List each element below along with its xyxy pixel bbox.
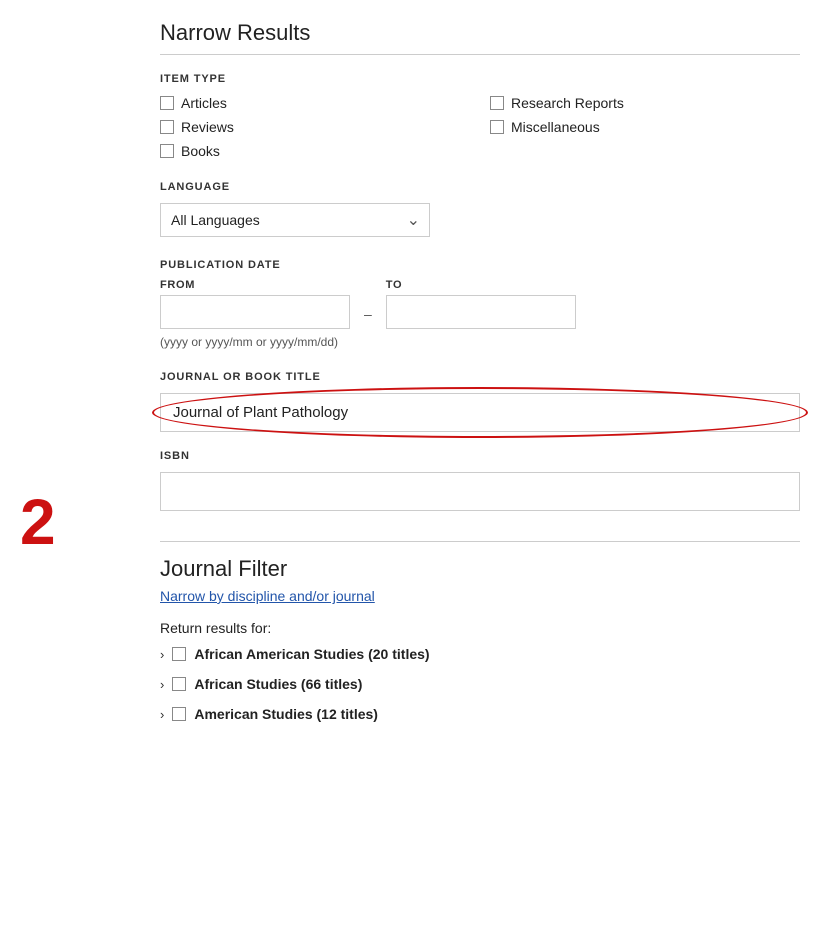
checkbox-articles[interactable]: [160, 96, 174, 110]
from-label: FROM: [160, 279, 350, 291]
checkbox-research-reports-label[interactable]: Research Reports: [511, 95, 624, 111]
checkbox-reviews[interactable]: [160, 120, 174, 134]
discipline-item-african-american: › African American Studies (20 titles): [160, 646, 800, 662]
date-from-input[interactable]: [160, 295, 350, 329]
pub-date-label: PUBLICATION DATE: [160, 259, 800, 271]
checkbox-miscellaneous-row: Miscellaneous: [490, 119, 800, 135]
checkbox-discipline-1[interactable]: [172, 677, 186, 691]
language-label: LANGUAGE: [160, 181, 800, 193]
journal-filter-title: Journal Filter: [160, 556, 800, 582]
date-to-group: TO: [386, 279, 576, 329]
checkbox-books-row: Books: [160, 143, 470, 159]
date-row: FROM – TO: [160, 279, 800, 329]
chevron-right-icon-1[interactable]: ›: [160, 677, 164, 692]
checkbox-discipline-2[interactable]: [172, 707, 186, 721]
checkbox-books[interactable]: [160, 144, 174, 158]
journal-filter-subtitle[interactable]: Narrow by discipline and/or journal: [160, 588, 800, 604]
journal-input[interactable]: [160, 393, 800, 432]
language-select-wrapper: All Languages English French German Span…: [160, 203, 430, 237]
narrow-results-title: Narrow Results: [160, 20, 800, 55]
checkbox-miscellaneous-label[interactable]: Miscellaneous: [511, 119, 600, 135]
language-select[interactable]: All Languages English French German Span…: [160, 203, 430, 237]
discipline-label-1[interactable]: African Studies (66 titles): [194, 676, 362, 692]
item-type-grid: Articles Research Reports Reviews Miscel…: [160, 95, 800, 159]
checkbox-research-reports-row: Research Reports: [490, 95, 800, 111]
item-type-label: ITEM TYPE: [160, 73, 800, 85]
checkbox-reviews-label[interactable]: Reviews: [181, 119, 234, 135]
to-label: TO: [386, 279, 576, 291]
journal-section: JOURNAL OR BOOK TITLE: [160, 371, 800, 432]
journal-label: JOURNAL OR BOOK TITLE: [160, 371, 800, 383]
step-number: 2: [20, 490, 56, 554]
checkbox-research-reports[interactable]: [490, 96, 504, 110]
checkbox-books-label[interactable]: Books: [181, 143, 220, 159]
isbn-input[interactable]: [160, 472, 800, 511]
checkbox-articles-row: Articles: [160, 95, 470, 111]
checkbox-reviews-row: Reviews: [160, 119, 470, 135]
journal-filter-section: Journal Filter Narrow by discipline and/…: [160, 541, 800, 722]
discipline-label-2[interactable]: American Studies (12 titles): [194, 706, 378, 722]
date-hint: (yyyy or yyyy/mm or yyyy/mm/dd): [160, 335, 800, 349]
chevron-right-icon-2[interactable]: ›: [160, 707, 164, 722]
return-results-label: Return results for:: [160, 620, 800, 636]
checkbox-miscellaneous[interactable]: [490, 120, 504, 134]
chevron-right-icon-0[interactable]: ›: [160, 647, 164, 662]
journal-input-wrapper: [160, 393, 800, 432]
date-separator: –: [364, 306, 372, 322]
discipline-item-african-studies: › African Studies (66 titles): [160, 676, 800, 692]
language-section: LANGUAGE All Languages English French Ge…: [160, 181, 800, 237]
discipline-label-0[interactable]: African American Studies (20 titles): [194, 646, 429, 662]
discipline-item-american-studies: › American Studies (12 titles): [160, 706, 800, 722]
date-to-input[interactable]: [386, 295, 576, 329]
date-from-group: FROM: [160, 279, 350, 329]
checkbox-discipline-0[interactable]: [172, 647, 186, 661]
publication-date-section: PUBLICATION DATE FROM – TO (yyyy or yyyy…: [160, 259, 800, 349]
discipline-list: › African American Studies (20 titles) ›…: [160, 646, 800, 722]
item-type-section: ITEM TYPE Articles Research Reports Revi…: [160, 73, 800, 159]
isbn-section: ISBN: [160, 450, 800, 511]
isbn-label: ISBN: [160, 450, 800, 462]
checkbox-articles-label[interactable]: Articles: [181, 95, 227, 111]
